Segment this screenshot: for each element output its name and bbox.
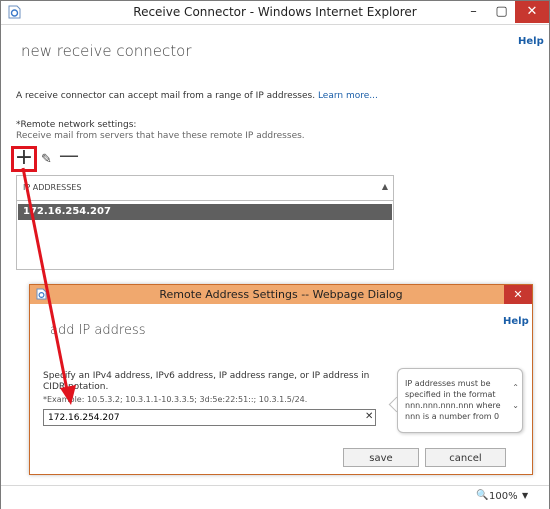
annotation-arrow bbox=[21, 167, 76, 405]
